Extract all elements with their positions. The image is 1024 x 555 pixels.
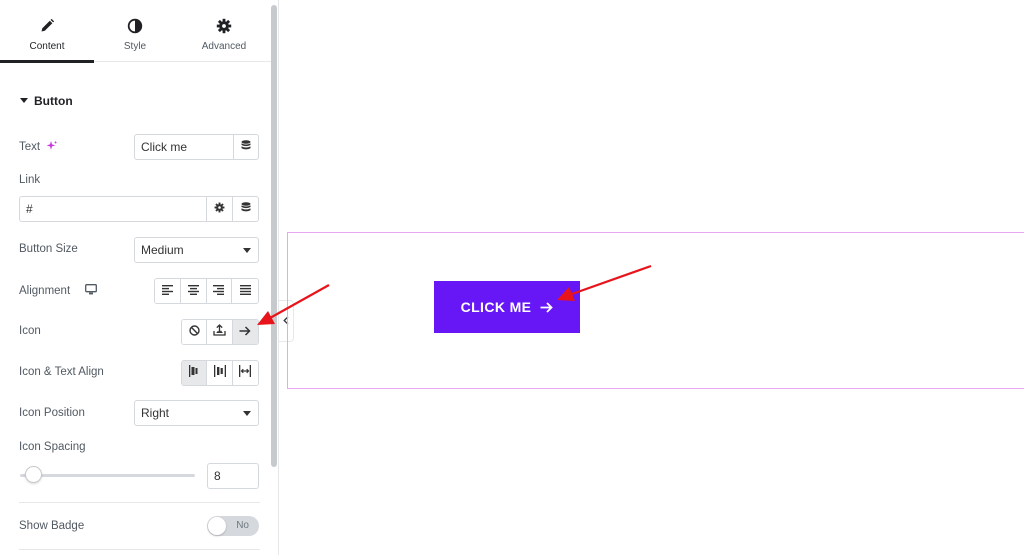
icon-align-start-button[interactable] xyxy=(182,361,208,385)
icon-position-select[interactable]: Right xyxy=(134,400,259,426)
align-right-button[interactable] xyxy=(206,279,233,303)
canvas-button-label: CLICK ME xyxy=(460,299,532,315)
icon-choice-group xyxy=(181,319,259,345)
panel-tabs: Content Style Advanced xyxy=(0,5,272,63)
show-badge-toggle-text: No xyxy=(236,520,249,531)
icon-text-align-label: Icon & Text Align xyxy=(19,366,104,378)
toggle-knob xyxy=(208,517,226,535)
icon-position-label: Icon Position xyxy=(19,407,85,419)
sparkle-icon[interactable] xyxy=(46,140,58,155)
icon-arrow-button[interactable] xyxy=(232,320,258,344)
align-center-icon xyxy=(187,282,199,300)
pencil-icon xyxy=(39,18,55,34)
align-left-icon xyxy=(161,282,173,300)
align-right-icon xyxy=(213,282,225,300)
align-left-button[interactable] xyxy=(155,279,181,303)
text-dynamic-tags-button[interactable] xyxy=(233,134,259,160)
show-badge-label: Show Badge xyxy=(19,520,85,532)
icon-none-button[interactable] xyxy=(182,320,208,344)
gear-icon xyxy=(214,200,225,218)
canvas-section-outline[interactable] xyxy=(287,232,1024,389)
icon-position-value: Right xyxy=(141,406,170,420)
link-dynamic-tags-button[interactable] xyxy=(232,196,259,222)
text-label: Text xyxy=(19,141,41,153)
ban-icon xyxy=(188,323,200,341)
arrow-right-icon xyxy=(540,301,554,313)
editor-panel: Content Style Advanced Button Text Click… xyxy=(0,0,279,555)
divider xyxy=(19,549,260,550)
align-justify-icon xyxy=(239,282,251,300)
tab-content-label: Content xyxy=(29,41,65,52)
divider xyxy=(19,502,260,503)
button-size-select[interactable]: Medium xyxy=(134,237,259,263)
icon-text-align-group xyxy=(181,360,259,386)
upload-icon xyxy=(213,323,226,341)
icon-spacing-slider-track[interactable] xyxy=(20,474,195,477)
icon-spacing-label: Icon Spacing xyxy=(19,441,86,453)
half-circle-icon xyxy=(127,18,143,34)
database-icon xyxy=(241,138,251,156)
icon-label: Icon xyxy=(19,325,41,337)
tab-advanced-label: Advanced xyxy=(201,41,247,52)
tab-style-label: Style xyxy=(123,41,147,52)
tab-advanced[interactable]: Advanced xyxy=(176,5,272,62)
database-icon xyxy=(241,200,251,218)
panel-scrollbar[interactable] xyxy=(271,5,277,467)
tab-content[interactable]: Content xyxy=(0,5,94,63)
link-options-button[interactable] xyxy=(206,196,233,222)
icon-align-justify-button[interactable] xyxy=(232,361,258,385)
text-label-row: Text xyxy=(19,140,58,155)
icon-spacing-input[interactable]: 8 xyxy=(207,463,259,489)
align-justify-button[interactable] xyxy=(232,279,258,303)
link-input[interactable]: # xyxy=(19,196,207,222)
section-title: Button xyxy=(34,94,73,108)
arrow-right-icon xyxy=(239,323,251,341)
button-size-label: Button Size xyxy=(19,243,78,255)
canvas-button[interactable]: CLICK ME xyxy=(434,281,580,333)
alignment-label: Alignment xyxy=(19,285,71,297)
caret-down-icon xyxy=(20,98,28,103)
chevron-down-icon xyxy=(243,248,251,253)
chevron-down-icon xyxy=(243,411,251,416)
icon-spacing-slider-handle[interactable] xyxy=(25,466,42,483)
gear-icon xyxy=(216,18,232,34)
icon-align-center-button[interactable] xyxy=(207,361,233,385)
text-input[interactable]: Click me xyxy=(134,134,234,160)
align-center-button[interactable] xyxy=(180,279,207,303)
desktop-icon[interactable] xyxy=(85,284,98,298)
alignment-label-row: Alignment xyxy=(19,284,98,298)
tab-style[interactable]: Style xyxy=(94,5,176,62)
section-button-header[interactable]: Button xyxy=(20,94,73,108)
link-label: Link xyxy=(19,174,41,186)
align-spread-icon xyxy=(213,364,226,382)
icon-upload-button[interactable] xyxy=(207,320,233,344)
alignment-group xyxy=(154,278,259,304)
show-badge-toggle[interactable]: No xyxy=(207,516,259,536)
align-start-icon xyxy=(188,364,200,382)
align-stretch-icon xyxy=(239,364,252,382)
button-size-value: Medium xyxy=(141,243,184,257)
